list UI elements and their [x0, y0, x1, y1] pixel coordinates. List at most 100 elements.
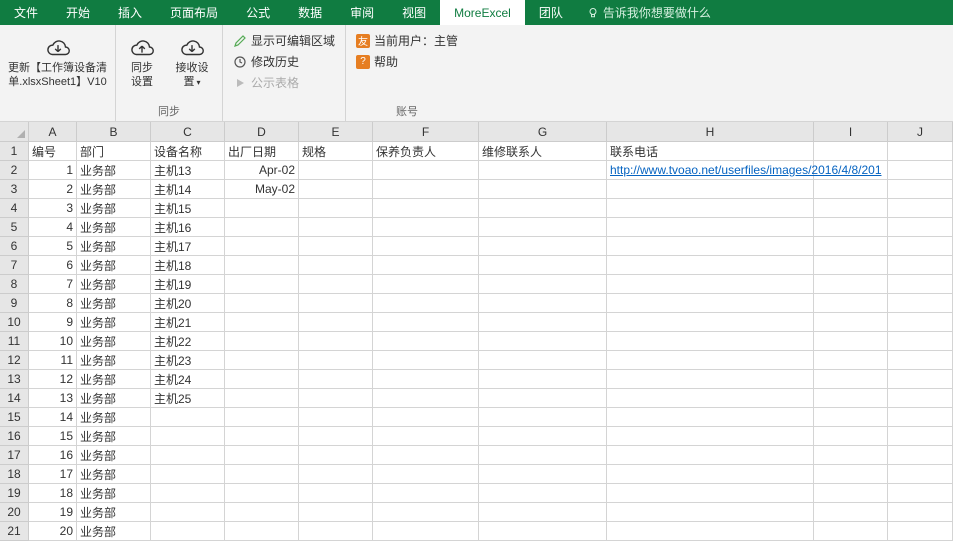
cell[interactable] — [225, 484, 299, 503]
cell[interactable]: 业务部 — [77, 427, 151, 446]
row-header-4[interactable]: 4 — [0, 199, 29, 218]
cell[interactable] — [607, 332, 814, 351]
cell[interactable]: 11 — [29, 351, 77, 370]
cell[interactable] — [373, 503, 479, 522]
sync-settings-button[interactable]: 同步设置 — [124, 29, 160, 90]
cell[interactable] — [814, 351, 888, 370]
cell[interactable] — [151, 484, 225, 503]
cell[interactable] — [479, 465, 607, 484]
cell[interactable]: 主机24 — [151, 370, 225, 389]
cell[interactable] — [814, 180, 888, 199]
cell[interactable] — [888, 370, 953, 389]
cell[interactable] — [373, 427, 479, 446]
cell[interactable] — [479, 408, 607, 427]
col-header-D[interactable]: D — [225, 122, 299, 142]
row-header-21[interactable]: 21 — [0, 522, 29, 541]
cell[interactable]: 业务部 — [77, 332, 151, 351]
cell[interactable] — [607, 275, 814, 294]
tab-review[interactable]: 审阅 — [336, 0, 388, 25]
cell[interactable] — [888, 484, 953, 503]
col-header-A[interactable]: A — [29, 122, 77, 142]
cell[interactable]: 13 — [29, 389, 77, 408]
cell[interactable] — [479, 351, 607, 370]
cell[interactable] — [607, 484, 814, 503]
cell[interactable]: 编号 — [29, 142, 77, 161]
cell[interactable]: 18 — [29, 484, 77, 503]
show-editable-region-button[interactable]: 显示可编辑区域 — [231, 31, 337, 50]
col-header-I[interactable]: I — [814, 122, 888, 142]
cell[interactable] — [479, 161, 607, 180]
cell[interactable] — [225, 218, 299, 237]
tab-formula[interactable]: 公式 — [232, 0, 284, 25]
cell[interactable]: 12 — [29, 370, 77, 389]
cell[interactable] — [299, 503, 373, 522]
cell[interactable] — [607, 237, 814, 256]
cell-grid[interactable]: 编号部门设备名称出厂日期规格保养负责人维修联系人联系电话1业务部主机13Apr-… — [29, 142, 953, 541]
tell-me-search[interactable]: 告诉我你想要做什么 — [577, 0, 721, 25]
cell[interactable] — [479, 503, 607, 522]
cell[interactable] — [888, 389, 953, 408]
cell[interactable] — [888, 256, 953, 275]
cell[interactable] — [373, 199, 479, 218]
row-header-20[interactable]: 20 — [0, 503, 29, 522]
cell[interactable] — [607, 408, 814, 427]
cell[interactable] — [225, 465, 299, 484]
cell[interactable] — [607, 351, 814, 370]
cell[interactable] — [479, 218, 607, 237]
cell[interactable]: 业务部 — [77, 199, 151, 218]
cell[interactable] — [373, 522, 479, 541]
cell[interactable]: 业务部 — [77, 218, 151, 237]
publish-table-button[interactable]: 公示表格 — [231, 73, 337, 92]
cell[interactable] — [479, 313, 607, 332]
cell[interactable] — [888, 351, 953, 370]
cell[interactable]: 14 — [29, 408, 77, 427]
row-header-16[interactable]: 16 — [0, 427, 29, 446]
cell[interactable]: 部门 — [77, 142, 151, 161]
row-header-8[interactable]: 8 — [0, 275, 29, 294]
cell[interactable] — [373, 218, 479, 237]
cell[interactable] — [299, 161, 373, 180]
cell[interactable] — [814, 294, 888, 313]
cell[interactable]: 9 — [29, 313, 77, 332]
cell[interactable] — [888, 427, 953, 446]
row-header-2[interactable]: 2 — [0, 161, 29, 180]
cell[interactable] — [479, 256, 607, 275]
col-header-G[interactable]: G — [479, 122, 607, 142]
cell[interactable] — [151, 503, 225, 522]
row-header-19[interactable]: 19 — [0, 484, 29, 503]
cell[interactable] — [814, 370, 888, 389]
cell[interactable]: 业务部 — [77, 275, 151, 294]
cell[interactable] — [888, 503, 953, 522]
cell[interactable] — [814, 332, 888, 351]
cell[interactable] — [299, 294, 373, 313]
cell[interactable]: 业务部 — [77, 465, 151, 484]
cell[interactable]: 业务部 — [77, 389, 151, 408]
cell[interactable]: 主机16 — [151, 218, 225, 237]
cell[interactable] — [299, 275, 373, 294]
cell[interactable] — [607, 370, 814, 389]
row-header-18[interactable]: 18 — [0, 465, 29, 484]
cell[interactable] — [299, 427, 373, 446]
cell[interactable] — [151, 427, 225, 446]
col-header-C[interactable]: C — [151, 122, 225, 142]
cell[interactable] — [151, 465, 225, 484]
cell[interactable]: 业务部 — [77, 484, 151, 503]
cell[interactable] — [607, 389, 814, 408]
cell[interactable]: 3 — [29, 199, 77, 218]
cell[interactable]: 联系电话 — [607, 142, 814, 161]
row-header-7[interactable]: 7 — [0, 256, 29, 275]
tab-page-layout[interactable]: 页面布局 — [156, 0, 232, 25]
cell[interactable] — [299, 389, 373, 408]
cell[interactable]: 主机22 — [151, 332, 225, 351]
cell[interactable] — [373, 465, 479, 484]
row-header-12[interactable]: 12 — [0, 351, 29, 370]
cell[interactable] — [373, 294, 479, 313]
cell[interactable] — [814, 389, 888, 408]
cell[interactable]: 主机23 — [151, 351, 225, 370]
cell[interactable] — [479, 446, 607, 465]
cell[interactable] — [373, 275, 479, 294]
cell[interactable] — [888, 332, 953, 351]
cell[interactable] — [888, 142, 953, 161]
cell[interactable] — [225, 522, 299, 541]
tab-team[interactable]: 团队 — [525, 0, 577, 25]
